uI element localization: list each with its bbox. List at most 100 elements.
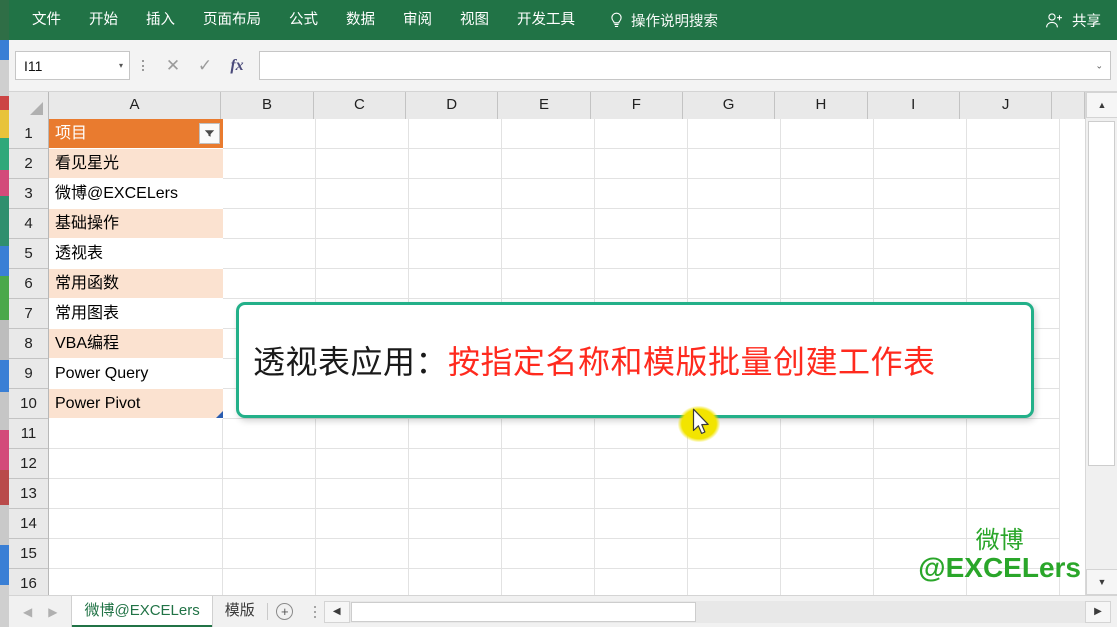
cell-a10[interactable]: Power Pivot [49,389,223,419]
row-header-2[interactable]: 2 [9,149,48,179]
cell-b2[interactable] [223,149,316,179]
cell-h11[interactable] [781,419,874,449]
cell-d4[interactable] [409,209,502,239]
cell-c15[interactable] [316,539,409,569]
name-box[interactable]: I11 ▾ [15,51,130,80]
cell-g6[interactable] [688,269,781,299]
row-header-15[interactable]: 15 [9,539,48,569]
cell-c11[interactable] [316,419,409,449]
cell-e16[interactable] [502,569,595,595]
cell-g14[interactable] [688,509,781,539]
sheet-tab-splitter[interactable] [308,596,322,627]
cell-a8[interactable]: VBA编程 [49,329,223,359]
cell-d5[interactable] [409,239,502,269]
row-header-5[interactable]: 5 [9,239,48,269]
cell-i12[interactable] [874,449,967,479]
sheet-tab-2[interactable]: 模版 [213,596,267,627]
cell-b5[interactable] [223,239,316,269]
cell-f15[interactable] [595,539,688,569]
row-header-8[interactable]: 8 [9,329,48,359]
cell-a1[interactable]: 项目 [49,119,223,149]
cell-a5[interactable]: 透视表 [49,239,223,269]
cell-b15[interactable] [223,539,316,569]
cell-b4[interactable] [223,209,316,239]
ribbon-tab-page-layout[interactable]: 页面布局 [189,0,275,40]
cell-g15[interactable] [688,539,781,569]
cell-f13[interactable] [595,479,688,509]
cell-h16[interactable] [781,569,874,595]
cell-e1[interactable] [502,119,595,149]
cell-e11[interactable] [502,419,595,449]
cell-i2[interactable] [874,149,967,179]
cell-c5[interactable] [316,239,409,269]
cell-d12[interactable] [409,449,502,479]
cell-h3[interactable] [781,179,874,209]
cell-h6[interactable] [781,269,874,299]
column-header-b[interactable]: B [221,92,314,119]
cell-b1[interactable] [223,119,316,149]
cell-j13[interactable] [967,479,1060,509]
chevron-down-icon[interactable]: ▾ [119,61,125,70]
cell-d1[interactable] [409,119,502,149]
row-header-10[interactable]: 10 [9,389,48,419]
cell-c2[interactable] [316,149,409,179]
column-header-h[interactable]: H [775,92,868,119]
cell-c4[interactable] [316,209,409,239]
filter-dropdown-icon[interactable] [199,123,220,144]
cancel-icon[interactable]: ✕ [157,51,189,80]
scroll-left-icon[interactable]: ◀ [323,600,350,623]
cell-g5[interactable] [688,239,781,269]
cell-f12[interactable] [595,449,688,479]
cell-g16[interactable] [688,569,781,595]
row-header-14[interactable]: 14 [9,509,48,539]
cell-f5[interactable] [595,239,688,269]
cell-a7[interactable]: 常用图表 [49,299,223,329]
select-all-corner-icon[interactable] [9,92,49,119]
cell-i6[interactable] [874,269,967,299]
column-header-d[interactable]: D [406,92,499,119]
cell-e2[interactable] [502,149,595,179]
cell-f4[interactable] [595,209,688,239]
row-header-12[interactable]: 12 [9,449,48,479]
prev-sheet-icon[interactable]: ◀ [23,605,32,619]
share-button[interactable]: 共享 [1045,0,1101,40]
cell-a3[interactable]: 微博@EXCELers [49,179,223,209]
cell-a9[interactable]: Power Query [49,359,223,389]
cell-j2[interactable] [967,149,1060,179]
cell-e14[interactable] [502,509,595,539]
column-header-j[interactable]: J [959,92,1053,119]
callout-textbox[interactable]: 透视表应用：按指定名称和模版批量创建工作表 [236,302,1034,418]
cell-d6[interactable] [409,269,502,299]
cell-i13[interactable] [874,479,967,509]
cell-c14[interactable] [316,509,409,539]
cell-h15[interactable] [781,539,874,569]
cell-b14[interactable] [223,509,316,539]
cell-h14[interactable] [781,509,874,539]
cell-c12[interactable] [316,449,409,479]
ribbon-tab-review[interactable]: 审阅 [389,0,446,40]
cell-g3[interactable] [688,179,781,209]
column-header-i[interactable]: I [867,92,960,119]
cell-h2[interactable] [781,149,874,179]
row-header-11[interactable]: 11 [9,419,48,449]
cell-g11[interactable] [688,419,781,449]
cell-g13[interactable] [688,479,781,509]
column-header-c[interactable]: C [313,92,407,119]
cell-i5[interactable] [874,239,967,269]
scroll-up-icon[interactable]: ▲ [1086,92,1117,118]
cell-c13[interactable] [316,479,409,509]
row-header-6[interactable]: 6 [9,269,48,299]
cell-h4[interactable] [781,209,874,239]
cell-f3[interactable] [595,179,688,209]
cell-a13[interactable] [49,479,223,509]
cell-f2[interactable] [595,149,688,179]
ribbon-tab-home[interactable]: 开始 [75,0,132,40]
table-resize-handle-icon[interactable] [216,411,223,418]
row-header-1[interactable]: 1 [9,119,48,149]
cell-a11[interactable] [49,419,223,449]
row-header-13[interactable]: 13 [9,479,48,509]
cell-c3[interactable] [316,179,409,209]
cell-j4[interactable] [967,209,1060,239]
cell-b16[interactable] [223,569,316,595]
cell-c16[interactable] [316,569,409,595]
